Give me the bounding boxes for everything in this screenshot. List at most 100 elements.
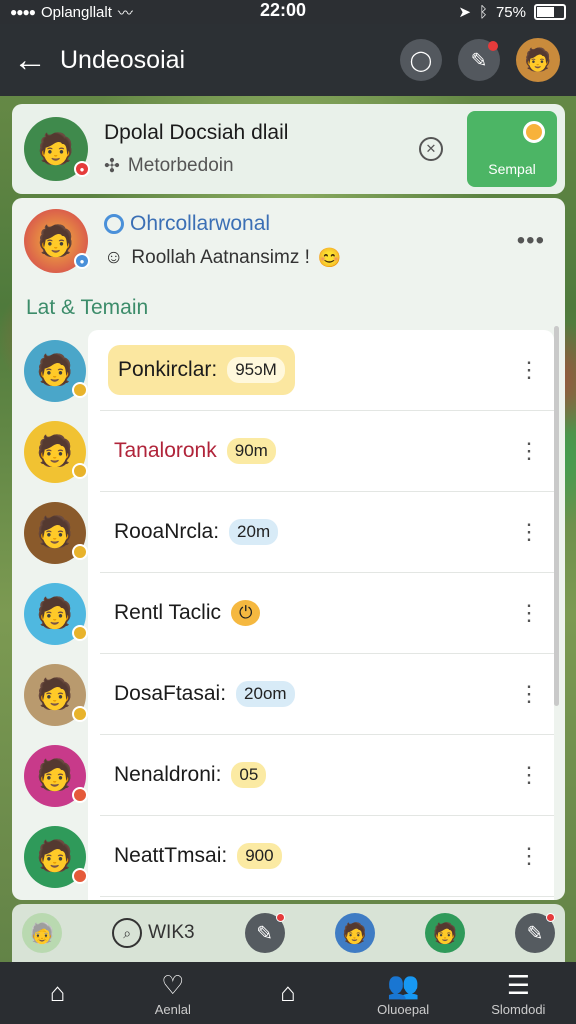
send-button-label: Sempal [488,161,536,177]
nav-home[interactable]: ⌂ [3,977,113,1009]
person-icon: 🧑 [36,678,74,711]
pen-icon[interactable]: ✎ [458,39,500,81]
puzzle-icon: ✣ [104,155,120,177]
battery-icon [534,4,566,20]
person-icon: 🧑 [36,354,74,387]
clear-icon[interactable]: ✕ [419,137,443,161]
entry-text: Rentl Taclic ⏻ [114,600,261,626]
more-options-icon[interactable]: ⋮ [518,521,540,543]
entry-text: DosaFtasai: 20om [114,681,295,707]
status-badge [72,381,88,398]
top-card[interactable]: 🧑 ● Dpolal Docsiah dlail ✣ Metorbedoin ✕… [12,104,565,194]
avatar: 🧑 [24,420,88,483]
edit-icon[interactable]: ✎ [244,913,285,953]
nav-house[interactable]: ⌂ [233,977,343,1009]
person-icon: 🧑 [36,597,74,630]
list-item-content: DosaFtasai: 20om ⋮ [100,654,554,735]
wifi-icon: 〰 [117,4,133,22]
nav-menu[interactable]: ☰ Slomdodi [463,970,573,1017]
person-icon: 🧑 [36,516,74,549]
card-title: Dpolal Docsiah dlail [104,120,289,144]
profile-status: Roollah Aatnansimz ! [131,247,310,268]
more-options-icon[interactable]: ⋮ [518,359,540,381]
contact-list: 🧑 Ponkirclar: 95ɔM ⋮ 🧑 Tanaloronk 90m ⋮ 🧑 RooaNrc… [24,330,554,900]
list-item[interactable]: 🧑 Rentl Taclic ⏻ ⋮ [24,573,554,654]
time-badge: 05 [231,762,267,788]
more-options-icon[interactable]: ⋮ [518,683,540,705]
list-item-name: NeattTmsai: [114,844,228,867]
avatar[interactable]: 🧓 [22,913,62,953]
entry-text: NeattTmsai: 900 [114,843,282,869]
profile-row[interactable]: 🧑 ● Ohrcollarwonal ☺ Roollah Aatnansimz … [12,198,565,284]
status-badge [72,462,88,479]
list-item-content: Ponkirclar: 95ɔM ⋮ [100,330,554,411]
clock: 22:00 [260,0,307,20]
bluetooth-icon: ᛒ [478,3,488,21]
status-badge [72,543,88,560]
notification-dot [488,41,498,51]
avatar: 🧑 [24,501,88,564]
bottom-nav: ⌂ ♡ Aenlal ⌂ 👥 Oluoepal ☰ Slomdodi [0,962,576,1024]
time-badge: 20om [236,681,295,707]
emoji-face-icon: 😊 [317,248,342,269]
profile-avatar[interactable]: 🧑 [516,38,560,82]
list-item[interactable]: 🧑 DosaFtasai: 20om ⋮ [24,654,554,735]
avatar: 🧑 ● [24,117,90,181]
nav-people[interactable]: 👥 Oluoepal [348,970,458,1017]
list-item[interactable]: 🧑 Ponkirclar: 95ɔM ⋮ [24,330,554,411]
signal-icon: ●●●● [10,5,36,19]
list-item-name: Ponkirclar: [118,358,218,381]
search-shortcut[interactable]: ⌕ WIK3 [112,918,195,948]
scrollbar[interactable] [554,326,559,706]
avatar: 🧑 [24,339,88,402]
status-badge: ● [74,253,90,269]
more-options-icon[interactable]: ⋮ [518,602,540,624]
time-badge: 95ɔM [227,357,285,383]
pen-icon[interactable]: ✎ [515,913,555,953]
time-badge: 900 [237,843,282,869]
entry-text: RooaNrcla: 20m [114,519,279,545]
power-icon: ⏻ [231,600,261,626]
avatar: 🧑 ● [24,209,90,273]
list-item[interactable]: 🧑 NeattTmsai: 900 ⋮ [24,816,554,897]
battery-percent: 75% [495,3,526,21]
list-item-name: Nenaldroni: [114,763,222,786]
profile-name: Ohrcollarwonal [130,212,271,235]
notification-dot [546,913,555,922]
list-item[interactable]: 🧑 Tanaloronk 90m ⋮ [24,411,554,492]
nav-label: Aenlal [154,1001,191,1017]
carrier-label: Oplangllalt [41,3,112,21]
highlighted-entry: Ponkirclar: 95ɔM [108,345,295,395]
send-button[interactable]: Sempal [467,111,557,187]
emoji-icon: ☺ [104,247,124,268]
more-options-icon[interactable]: ⋮ [518,845,540,867]
time-badge: 90m [226,438,276,464]
person-icon: 🧑 [36,435,74,468]
chat-bubble-icon[interactable]: ◯ [400,39,442,81]
person-icon: 🧑 [36,840,74,873]
back-arrow-icon[interactable]: ← [0,41,60,80]
search-icon: ⌕ [112,918,143,948]
app-header: ← Undeosoiai ◯ ✎ 🧑 [0,24,576,96]
avatar: 🧑 [24,663,88,726]
list-item[interactable]: 🧑 RooaNrcla: 20m ⋮ [24,492,554,573]
menu-icon: ☰ [506,969,530,1000]
list-item-content: NeattTmsai: 900 ⋮ [100,816,554,897]
avatar[interactable]: 🧑 [334,913,375,953]
status-badge [72,705,88,722]
more-options-icon[interactable]: ••• [517,227,545,255]
person-icon: 🧑 [37,132,75,166]
avatar[interactable]: 🧑 [424,913,465,953]
page-title: Undeosoiai [60,45,186,74]
avatar: 🧑 [24,582,88,645]
more-options-icon[interactable]: ⋮ [518,440,540,462]
notification-dot [275,913,285,922]
section-title: Lat & Temain [26,296,149,319]
nav-favorites[interactable]: ♡ Aenlal [118,970,228,1017]
list-item-content: RooaNrcla: 20m ⋮ [100,492,554,573]
list-item[interactable]: 🧑 Nenaldroni: 05 ⋮ [24,735,554,816]
entry-text: Nenaldroni: 05 [114,762,267,788]
list-item-name: Rentl Taclic [114,601,221,624]
status-bar: ●●●● Oplangllalt 〰 22:00 ➤ ᛒ 75% [0,0,576,24]
more-options-icon[interactable]: ⋮ [518,764,540,786]
